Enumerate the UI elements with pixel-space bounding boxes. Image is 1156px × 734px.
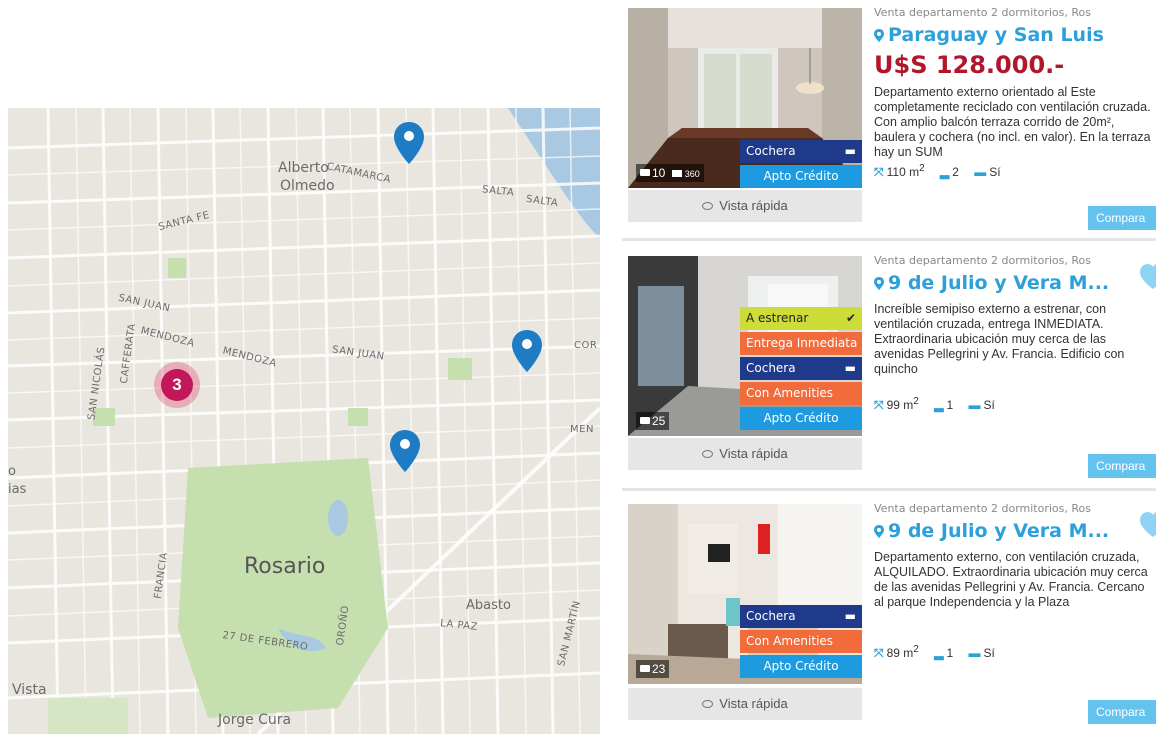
listing-features: ⤧ 99 m2 ▂ 1 ▬ Sí — [874, 396, 995, 412]
favorite-heart-icon[interactable] — [1138, 262, 1156, 292]
map-pin-icon[interactable] — [510, 328, 544, 374]
listing-card[interactable]: 23 Cochera ▬ Con Amenities Apto Crédito V… — [622, 496, 1156, 731]
eye-icon — [702, 449, 714, 458]
listing-price: U$S 128.000.- — [874, 51, 1065, 79]
badge-apto-credito: Apto Crédito — [740, 165, 862, 188]
car-icon: ▬ — [968, 398, 981, 412]
quick-view-button[interactable]: Vista rápida — [628, 190, 862, 222]
listing-address-link[interactable]: 9 de Julio y Vera M... — [874, 272, 1156, 296]
map-pin-icon[interactable] — [388, 428, 422, 474]
badge-apto-credito: Apto Crédito — [740, 655, 862, 678]
car-icon: ▬ — [974, 165, 987, 179]
area-icon: ⤧ — [874, 646, 884, 660]
bathtub-icon: ▂ — [934, 398, 944, 412]
car-icon: ▬ — [968, 646, 981, 660]
listing-features: ⤧ 89 m2 ▂ 1 ▬ Sí — [874, 644, 995, 660]
listing-subtitle: Venta departamento 2 dormitorios, Ros — [874, 6, 1091, 19]
car-icon: ▬ — [844, 144, 856, 158]
listing-card[interactable]: 25 A estrenar ✔ Entrega Inmediata Cochera… — [622, 248, 1156, 483]
map-cluster-marker[interactable]: 3 — [154, 362, 200, 408]
compare-button[interactable]: Compara — [1088, 206, 1156, 230]
listing-description: Departamento externo orientado al Este c… — [874, 85, 1151, 159]
map-label: o — [8, 464, 16, 479]
listing-description: Departamento externo, con ventilación cr… — [874, 550, 1148, 609]
map-label: ias — [8, 482, 27, 497]
badge-cochera: Cochera ▬ — [740, 605, 862, 628]
location-pin-icon — [874, 277, 884, 290]
listing-address-link[interactable]: 9 de Julio y Vera M... — [874, 520, 1156, 544]
map-label: COR — [574, 340, 598, 351]
listing-subtitle: Venta departamento 2 dormitorios, Ros — [874, 502, 1091, 515]
camera-icon — [640, 665, 650, 673]
map-label: Vista — [12, 682, 47, 698]
area-icon: ⤧ — [874, 165, 884, 179]
check-icon: ✔ — [845, 311, 856, 325]
cluster-count: 3 — [161, 369, 193, 401]
video-icon — [671, 170, 682, 177]
car-icon: ▬ — [844, 361, 856, 375]
bathtub-icon: ▂ — [934, 646, 944, 660]
listing-info: Venta departamento 2 dormitorios, Ros 9 … — [874, 502, 1156, 661]
eye-icon — [702, 699, 714, 708]
map-label: MEN — [570, 424, 594, 435]
quick-view-button[interactable]: Vista rápida — [628, 438, 862, 470]
listing-features: ⤧ 110 m2 ▂ 2 ▬ Sí — [874, 163, 1001, 179]
badge-con-amenities: Con Amenities — [740, 382, 862, 405]
map-label: Abasto — [466, 598, 511, 613]
listing-results: 10 360 Cochera ▬ Apto Crédito Vista rápid… — [622, 0, 1156, 734]
listing-info: Venta departamento 2 dormitorios, Ros Pa… — [874, 6, 1156, 180]
badge-cochera: Cochera ▬ — [740, 140, 862, 163]
camera-icon — [640, 169, 650, 177]
favorite-heart-icon[interactable] — [1138, 510, 1156, 540]
listing-description: Increíble semipiso externo a estrenar, c… — [874, 302, 1125, 376]
listing-info: Venta departamento 2 dormitorios, Ros 9 … — [874, 254, 1156, 413]
map-label: Rosario — [244, 554, 326, 579]
map-label: Jorge Cura — [218, 712, 292, 728]
badge-entrega-inmediata: Entrega Inmediata — [740, 332, 862, 355]
location-pin-icon — [874, 29, 884, 42]
map-streets — [8, 108, 600, 734]
eye-icon — [702, 201, 714, 210]
badge-list: A estrenar ✔ Entrega Inmediata Cochera ▬ C… — [740, 305, 862, 430]
area-icon: ⤧ — [874, 398, 884, 412]
photo-count: 10 360 — [636, 164, 704, 182]
listing-photo[interactable]: 25 A estrenar ✔ Entrega Inmediata Cochera… — [628, 256, 862, 436]
listing-address-link[interactable]: Paraguay y San Luis — [874, 24, 1156, 48]
compare-button[interactable]: Compara — [1088, 700, 1156, 724]
quick-view-button[interactable]: Vista rápida — [628, 688, 862, 720]
listing-card[interactable]: 10 360 Cochera ▬ Apto Crédito Vista rápid… — [622, 0, 1156, 235]
map-view[interactable]: Alberto Olmedo CATAMARCA SALTA SALTA SAN… — [8, 108, 600, 734]
badge-list: Cochera ▬ Apto Crédito — [740, 138, 862, 188]
badge-con-amenities: Con Amenities — [740, 630, 862, 653]
map-pin-icon[interactable] — [392, 120, 426, 166]
listing-photo[interactable]: 10 360 Cochera ▬ Apto Crédito — [628, 8, 862, 188]
badge-apto-credito: Apto Crédito — [740, 407, 862, 430]
bathtub-icon: ▂ — [939, 165, 950, 179]
listing-photo[interactable]: 23 Cochera ▬ Con Amenities Apto Crédito — [628, 504, 862, 684]
card-divider — [622, 238, 1156, 241]
card-divider — [622, 488, 1156, 491]
map-label: Olmedo — [280, 178, 335, 194]
photo-count: 25 — [636, 412, 670, 430]
badge-a-estrenar: A estrenar ✔ — [740, 307, 862, 330]
camera-icon — [640, 417, 650, 425]
view-360-icon: 360 — [684, 169, 700, 179]
location-pin-icon — [874, 525, 884, 538]
badge-cochera: Cochera ▬ — [740, 357, 862, 380]
badge-list: Cochera ▬ Con Amenities Apto Crédito — [740, 603, 862, 678]
car-icon: ▬ — [844, 609, 856, 623]
compare-button[interactable]: Compara — [1088, 454, 1156, 478]
map-label: Alberto — [278, 160, 329, 176]
photo-count: 23 — [636, 660, 670, 678]
listing-subtitle: Venta departamento 2 dormitorios, Ros — [874, 254, 1091, 267]
